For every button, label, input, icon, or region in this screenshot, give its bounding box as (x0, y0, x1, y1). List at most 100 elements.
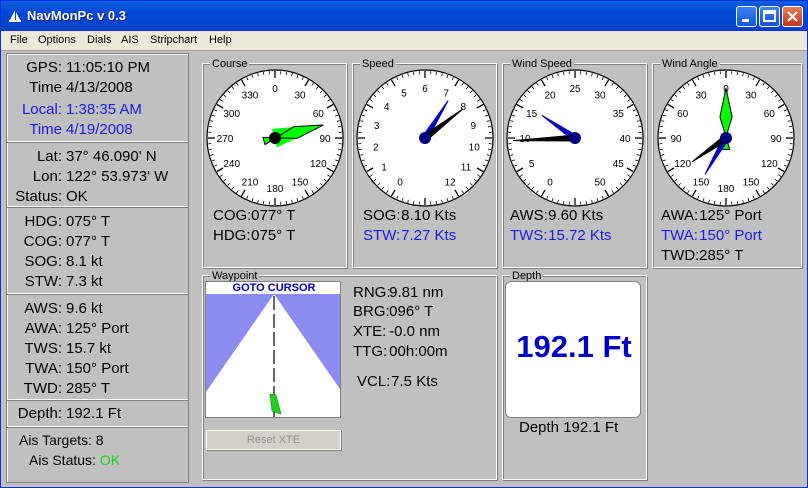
speed-sog-value: 8.10 Kts (401, 207, 457, 224)
windspeed-aws-label: AWS: (510, 207, 548, 224)
sailboat-icon (9, 10, 21, 22)
course-tick-label: 0 (272, 84, 278, 95)
lon-label: Lon: (32, 168, 62, 185)
dial-tick (337, 148, 342, 151)
longitude: 122° 53.973' W (66, 168, 169, 185)
menu-stripchart[interactable]: Stripchart (150, 34, 197, 46)
windangle-tick-label: 120 (674, 159, 691, 170)
ais-targets-value: 8 (95, 432, 104, 448)
course-tick-label: 330 (242, 91, 259, 102)
course-cog-label: COG: (213, 207, 252, 224)
windspeed-tick-label: 5 (529, 159, 535, 170)
window-title: NavMonPc v 0.3 (27, 8, 126, 23)
course-tick-label: 300 (223, 109, 240, 120)
windangle-twa-value: 150° Port (699, 227, 762, 244)
hdg-value: 075° T (66, 213, 111, 230)
reset-xte-button[interactable]: Reset XTE (206, 430, 341, 450)
dial-tick (435, 71, 438, 76)
depth-display: 192.1 Ft (505, 281, 641, 418)
speed-stw-value: 7.27 Kts (401, 227, 457, 244)
speed-tick-label: 12 (444, 177, 456, 188)
ais-status-row: Ais Status: OK (29, 452, 120, 468)
dial-tick (412, 71, 415, 76)
menu-options[interactable]: Options (38, 34, 76, 46)
course-hdg-label: HDG: (213, 227, 251, 244)
speed-tick-label: 6 (422, 84, 428, 95)
windangle-tick-label: 90 (770, 134, 782, 145)
dial-tick (736, 200, 739, 205)
latitude: 37° 46.090' N (66, 148, 157, 165)
windangle-tick-label: 30 (695, 91, 707, 102)
maximize-icon (763, 10, 776, 22)
windspeed-tick-label: 15 (526, 109, 538, 120)
dial-tick (659, 125, 664, 128)
tws-label: TWS: (24, 340, 63, 357)
windspeed-tick-label: 25 (569, 84, 581, 95)
dial-tick (508, 125, 513, 128)
app-window: NavMonPc v 0.3 File Options Dials AIS St… (0, 0, 808, 488)
dial-tick (508, 148, 513, 151)
depth-bottom-label: Depth (519, 419, 560, 436)
windangle-tick-label: 60 (677, 109, 689, 120)
menu-ais[interactable]: AIS (121, 34, 139, 46)
dial-tick (736, 71, 739, 76)
dial-tick (562, 71, 565, 76)
windangle-tick-label: 120 (761, 159, 778, 170)
speed-sog-label: SOG: (363, 207, 401, 224)
goto-banner: GOTO CURSOR (206, 282, 340, 295)
depth-value: 192.1 Ft (66, 405, 122, 422)
depth-section: Depth: 192.1 Ft (7, 401, 188, 427)
dial-tick (358, 125, 363, 128)
dial-tick (637, 148, 642, 151)
depth-label: Depth: (17, 405, 62, 422)
twa-label: TWA: (25, 360, 62, 377)
windspeed-tick-label: 35 (613, 109, 625, 120)
vcl-value: 7.5 Kts (391, 373, 438, 390)
dial-hub (720, 132, 732, 144)
windangle-tick-label: 180 (718, 184, 735, 195)
windangle-twd-value: 285° T (699, 247, 744, 264)
windangle-tick-label: 150 (693, 177, 710, 188)
dial-tick (788, 148, 793, 151)
xte-label: XTE: (353, 323, 387, 340)
awa-label: AWA: (24, 320, 62, 337)
status-label: Status: (15, 188, 62, 205)
close-button[interactable] (782, 6, 803, 27)
time-label: Time (29, 79, 62, 96)
stw-value: 7.3 kt (66, 273, 103, 290)
dial-tick (337, 125, 342, 128)
dial-tick (435, 200, 438, 205)
speed-stw-label: STW: (363, 227, 401, 244)
gps-date: 4/13/2008 (66, 79, 133, 96)
stw-label: STW: (24, 273, 62, 290)
ttg-label: TTG: (353, 343, 388, 360)
menu-help[interactable]: Help (209, 34, 232, 46)
maximize-button[interactable] (759, 6, 780, 27)
title-bar[interactable]: NavMonPc v 0.3 (1, 1, 807, 31)
dial-tick (788, 125, 793, 128)
course-tick-label: 120 (310, 159, 327, 170)
dial-tick (208, 148, 213, 151)
windspeed-tick-label: 0 (547, 177, 553, 188)
menu-dials[interactable]: Dials (87, 34, 111, 46)
dial-tick (585, 200, 588, 205)
windspeed-tick-label: 45 (613, 159, 625, 170)
menu-file[interactable]: File (10, 34, 28, 46)
dial-tick (713, 71, 716, 76)
windangle-twd-label: TWD: (661, 247, 700, 264)
minimize-button[interactable] (736, 6, 757, 27)
ais-targets-label: Ais Targets: (19, 432, 92, 448)
local-date-label: Time (29, 121, 62, 138)
dial-tick (585, 71, 588, 76)
windangle-tick-label: 150 (743, 177, 760, 188)
tws-value: 15.7 kt (66, 340, 112, 357)
twa-value: 150° Port (66, 360, 129, 377)
depth-big-value: 192.1 Ft (516, 329, 632, 364)
aws-value: 9.6 kt (66, 300, 103, 317)
twd-value: 285° T (66, 380, 111, 397)
cog-label: COG: (23, 233, 62, 250)
brg-label: BRG: (353, 303, 390, 320)
speed-tick-label: 5 (401, 89, 407, 100)
windangle-awa-label: AWA: (661, 207, 699, 224)
sog-value: 8.1 kt (66, 253, 103, 270)
